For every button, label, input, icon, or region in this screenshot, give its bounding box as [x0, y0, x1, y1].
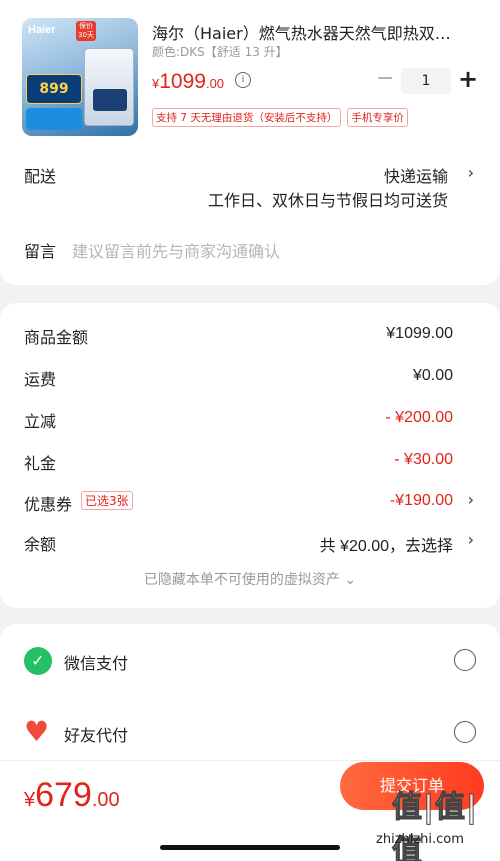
gift-label: 礼金 — [24, 454, 57, 473]
quantity-decrease-button[interactable]: − — [376, 68, 394, 92]
total-price: ¥679.00 — [24, 776, 120, 814]
home-indicator — [160, 845, 340, 850]
price-protect-badge: 保价30天 — [76, 21, 96, 41]
product-spec: 颜色:DKS【舒适 13 升】 — [152, 45, 288, 59]
hidden-assets-toggle[interactable]: 已隐藏本单不可使用的虚拟资产 ⌄ — [0, 569, 500, 589]
product-title[interactable]: 海尔（Haier）燃气热水器天然气即热双… — [152, 20, 482, 44]
coupon-count-tag[interactable]: 已选3张 — [81, 491, 133, 510]
brand-logo: Haier — [28, 24, 56, 36]
freight-value: ¥0.00 — [412, 367, 453, 384]
message-label: 留言 — [24, 242, 57, 261]
balance-label: 余额 — [24, 535, 57, 554]
quantity-input[interactable]: 1 — [401, 68, 451, 94]
discount-label: 立减 — [24, 412, 57, 431]
watermark-logo: 值|值|值 — [392, 790, 478, 861]
gift-value: - ¥30.00 — [394, 451, 453, 468]
goods-amount-label: 商品金额 — [24, 328, 89, 347]
water-heater-image — [84, 48, 134, 126]
product-thumbnail[interactable]: Haier 保价30天 13 899 — [22, 18, 138, 136]
promo-price-badge: 899 — [26, 74, 82, 104]
shipping-chevron-icon[interactable]: › — [468, 163, 474, 182]
friend-pay-label[interactable]: 好友代付 — [64, 722, 128, 746]
friend-pay-radio[interactable] — [454, 721, 476, 743]
wechat-pay-icon: ✓ — [24, 647, 52, 675]
freight-label: 运费 — [24, 370, 57, 389]
return-policy-tag: 支持 7 天无理由退货（安装后不支持） — [152, 108, 342, 127]
quantity-increase-button[interactable]: + — [458, 66, 478, 92]
discount-value: - ¥200.00 — [385, 409, 453, 426]
coupon-chevron-icon[interactable]: › — [468, 490, 474, 509]
message-input[interactable]: 建议留言前先与商家沟通确认 — [72, 238, 280, 262]
mobile-price-tag: 手机专享价 — [347, 108, 408, 127]
shipping-method[interactable]: 快递运输 — [384, 163, 448, 187]
wechat-pay-radio[interactable] — [454, 649, 476, 671]
coupon-value[interactable]: -¥190.00 — [390, 492, 453, 510]
shipping-schedule: 工作日、双休日与节假日均可送货 — [207, 191, 448, 210]
payment-card — [0, 624, 500, 774]
shipping-label: 配送 — [24, 167, 57, 186]
product-price: ¥1099.00 — [152, 70, 225, 93]
wechat-pay-label[interactable]: 微信支付 — [64, 650, 128, 674]
watermark-site: zhizhizhi.com — [376, 832, 464, 847]
balance-chevron-icon[interactable]: › — [468, 530, 474, 549]
friend-pay-icon: ♥ — [24, 715, 50, 748]
balance-value[interactable]: 共 ¥20.00，去选择 — [320, 532, 453, 556]
promo-stripe — [26, 108, 82, 130]
coupon-label: 优惠券 — [24, 495, 73, 514]
goods-amount-value: ¥1099.00 — [386, 325, 453, 342]
product-tags: 支持 7 天无理由退货（安装后不支持） 手机专享价 — [152, 108, 408, 127]
price-info-icon[interactable]: i — [235, 72, 251, 88]
